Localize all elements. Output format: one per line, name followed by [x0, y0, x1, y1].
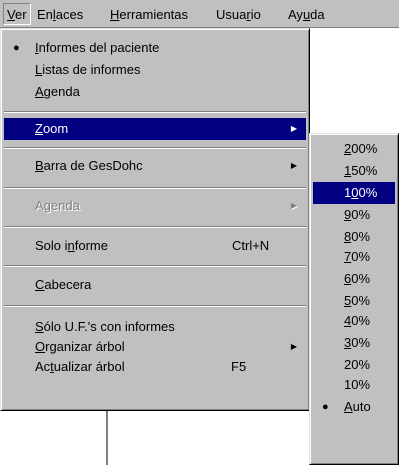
- menu-item-barra-gesdohc[interactable]: Barra de GesDohc ▶: [4, 155, 306, 177]
- radio-check-icon: ●: [13, 42, 20, 54]
- submenu-arrow-icon: ▶: [290, 342, 297, 351]
- zoom-option-30[interactable]: 30%: [313, 332, 395, 354]
- menu-item-solo-uf[interactable]: Sólo U.F.'s con informes: [4, 316, 306, 338]
- menu-item-organizar-arbol[interactable]: Organizar árbol ▶: [4, 336, 306, 358]
- submenu-arrow-icon: ▶: [290, 161, 297, 170]
- zoom-option-20[interactable]: 20%: [313, 354, 395, 376]
- menu-herramientas[interactable]: Herramientas: [110, 6, 188, 24]
- zoom-option-60[interactable]: 60%: [313, 268, 395, 290]
- menu-item-solo-informe[interactable]: Solo informe Ctrl+N: [4, 235, 306, 257]
- zoom-option-auto[interactable]: ● Auto: [313, 396, 395, 418]
- radio-check-icon: ●: [322, 401, 329, 413]
- menu-usuario[interactable]: Usuario: [216, 6, 261, 24]
- menu-item-actualizar-arbol[interactable]: Actualizar árbol F5: [4, 356, 306, 378]
- zoom-option-200[interactable]: 200%: [313, 138, 395, 160]
- menu-separator: [4, 147, 306, 149]
- zoom-option-40[interactable]: 40%: [313, 310, 395, 332]
- menu-item-zoom[interactable]: Zoom ▶: [4, 118, 306, 140]
- shortcut-label: F5: [231, 359, 247, 374]
- zoom-option-50[interactable]: 50%: [313, 290, 395, 312]
- menu-item-listas-informes[interactable]: Listas de informes: [4, 59, 306, 81]
- menu-separator: [4, 111, 306, 113]
- zoom-option-90[interactable]: 90%: [313, 204, 395, 226]
- shortcut-label: Ctrl+N: [232, 238, 270, 253]
- menu-ayuda[interactable]: Ayuda: [288, 6, 325, 24]
- submenu-arrow-icon: ▶: [290, 201, 297, 210]
- menu-bar: Ver Enlaces Herramientas Usuario Ayuda: [0, 0, 399, 28]
- menu-item-cabecera[interactable]: Cabecera: [4, 274, 306, 296]
- menu-separator: [4, 305, 306, 307]
- menu-separator: [4, 265, 306, 267]
- menu-item-agenda[interactable]: Agenda: [4, 81, 306, 103]
- zoom-option-100[interactable]: 100%: [313, 182, 395, 204]
- zoom-option-70[interactable]: 70%: [313, 246, 395, 268]
- zoom-option-150[interactable]: 150%: [313, 160, 395, 182]
- menu-separator: [4, 187, 306, 189]
- menu-separator: [4, 226, 306, 228]
- ver-dropdown-menu: ● Informes del paciente Listas de inform…: [0, 28, 310, 411]
- submenu-arrow-icon: ▶: [290, 124, 297, 133]
- menu-ver[interactable]: Ver: [3, 3, 31, 25]
- zoom-option-10[interactable]: 10%: [313, 374, 395, 396]
- zoom-option-80[interactable]: 80%: [313, 226, 395, 248]
- menu-item-informes-paciente[interactable]: ● Informes del paciente: [4, 37, 306, 59]
- menu-enlaces[interactable]: Enlaces: [37, 6, 83, 24]
- zoom-submenu: 200% 150% 100% 90% 80% 70% 60% 50% 40% 3…: [309, 133, 399, 465]
- menu-item-agenda-disabled: Agenda ▶: [4, 195, 306, 217]
